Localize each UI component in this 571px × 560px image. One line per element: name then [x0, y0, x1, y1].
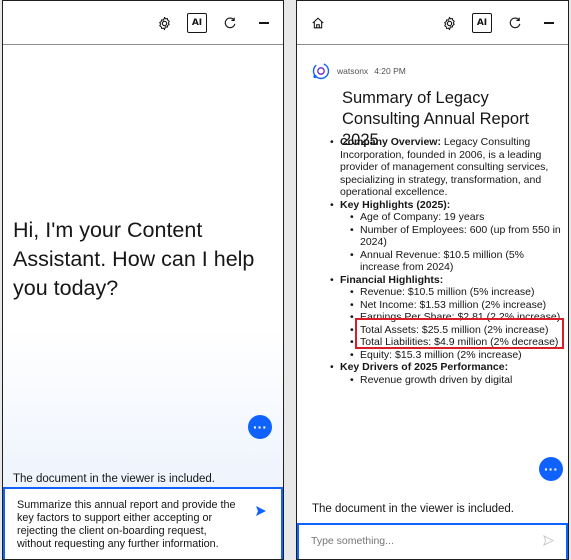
more-options-button[interactable]: ···: [248, 415, 272, 439]
toolbar: AI: [297, 1, 568, 45]
prompt-text: Summarize this annual report and provide…: [17, 499, 236, 550]
list-item: Financial Highlights: Revenue: $10.5 mil…: [330, 274, 562, 362]
toolbar: AI: [3, 1, 283, 45]
minimize-icon[interactable]: [538, 12, 560, 34]
welcome-greeting: Hi, I'm your Content Assistant. How can …: [13, 218, 255, 300]
response-summary: Company Overview: Legacy Consulting Inco…: [330, 136, 562, 386]
minimize-icon[interactable]: [253, 12, 275, 34]
document-included-note: The document in the viewer is included.: [312, 503, 514, 515]
refresh-icon[interactable]: [504, 12, 526, 34]
list-item: Revenue: $10.5 million (5% increase): [350, 286, 562, 299]
refresh-icon[interactable]: [219, 12, 241, 34]
more-options-button[interactable]: ···: [539, 457, 563, 481]
list-item: Key Highlights (2025): Age of Company: 1…: [330, 199, 562, 274]
list-item: Earnings Per Share: $2.81 (2.2% increase…: [350, 311, 562, 324]
list-item: Equity: $15.3 million (2% increase): [350, 349, 562, 362]
message-input[interactable]: [311, 535, 521, 547]
message-time: 4:20 PM: [374, 66, 406, 76]
settings-gear-icon[interactable]: [438, 12, 460, 34]
send-icon[interactable]: [543, 534, 555, 549]
list-item: Company Overview: Legacy Consulting Inco…: [330, 136, 562, 199]
assistant-panel-initial: AI Hi, I'm your Content Assistant. How c…: [2, 0, 284, 560]
list-item: Revenue growth driven by digital: [350, 374, 562, 387]
document-included-note: The document in the viewer is included.: [13, 473, 215, 485]
list-item: Total Liabilities: $4.9 million (2% decr…: [350, 336, 562, 349]
list-item: Annual Revenue: $10.5 million (5% increa…: [350, 249, 562, 274]
welcome-area: Hi, I'm your Content Assistant. How can …: [3, 46, 283, 559]
list-item: Number of Employees: 600 (up from 550 in…: [350, 224, 562, 249]
settings-gear-icon[interactable]: [153, 12, 175, 34]
message-header: watsonx 4:20 PM: [311, 61, 406, 81]
list-item: Net Income: $1.53 million (2% increase): [350, 299, 562, 312]
list-item: Key Drivers of 2025 Performance: Revenue…: [330, 361, 562, 386]
send-icon[interactable]: [255, 505, 267, 520]
toolbar-actions: AI: [153, 12, 275, 34]
assistant-panel-response: AI watsonx 4:20 PM Summary of Legacy Con…: [296, 0, 569, 560]
watsonx-avatar-icon: [311, 61, 331, 81]
conversation-area: watsonx 4:20 PM Summary of Legacy Consul…: [297, 46, 568, 559]
home-icon[interactable]: [307, 12, 329, 34]
message-input-field[interactable]: [297, 523, 568, 559]
sender-name: watsonx: [337, 66, 369, 76]
list-item: Age of Company: 19 years: [350, 211, 562, 224]
ai-toggle-button[interactable]: AI: [472, 13, 492, 33]
prompt-input[interactable]: Summarize this annual report and provide…: [3, 487, 283, 559]
toolbar-actions: AI: [438, 12, 560, 34]
list-item: Total Assets: $25.5 million (2% increase…: [350, 324, 562, 337]
ai-toggle-button[interactable]: AI: [187, 13, 207, 33]
